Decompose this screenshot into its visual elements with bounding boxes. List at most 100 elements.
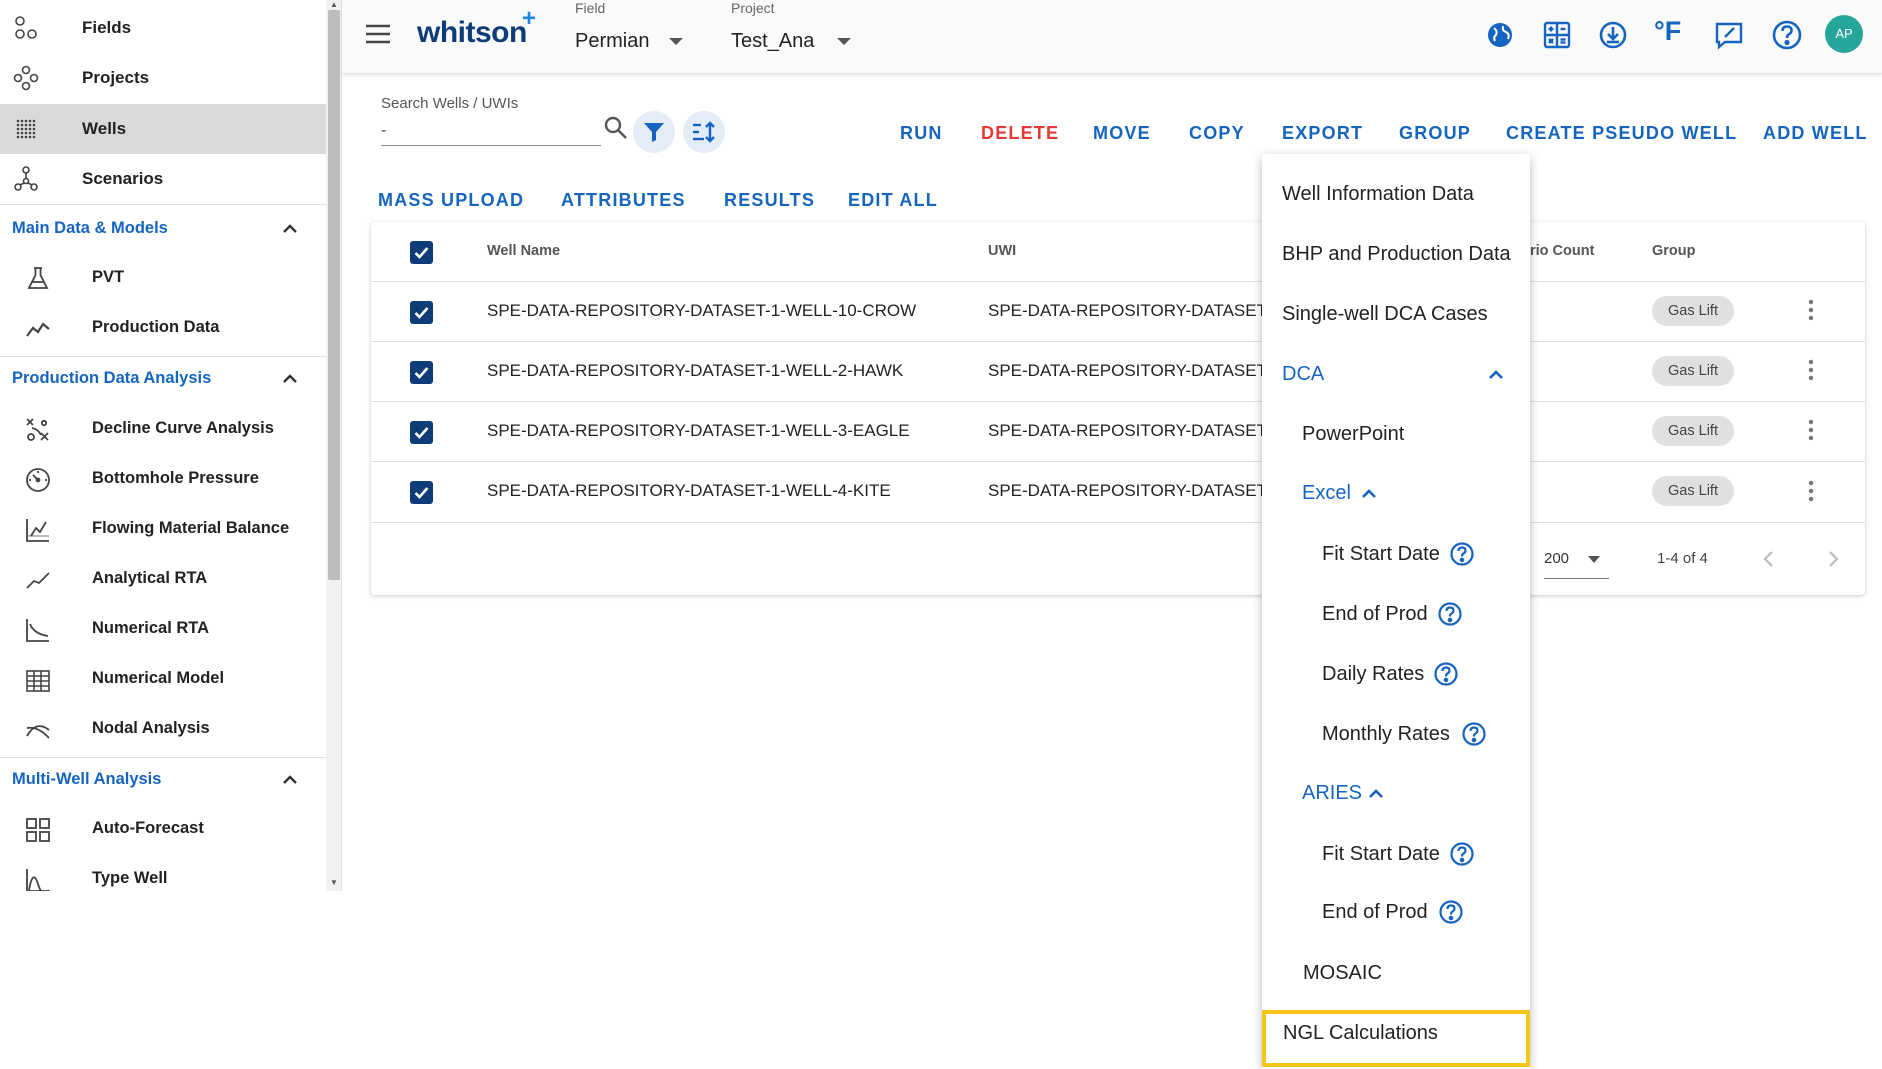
- group-button[interactable]: GROUP: [1399, 123, 1471, 144]
- menu-item-aries-end-of-prod[interactable]: End of Prod: [1322, 901, 1428, 924]
- well-name-cell[interactable]: SPE-DATA-REPOSITORY-DATASET-1-WELL-4-KIT…: [487, 481, 891, 501]
- chevron-up-icon[interactable]: [278, 367, 302, 391]
- copy-button[interactable]: COPY: [1189, 123, 1245, 144]
- chevron-up-icon[interactable]: [1366, 784, 1386, 804]
- sidebar-item-auto-forecast[interactable]: Auto-Forecast: [0, 804, 326, 854]
- menu-item-excel-monthly-rates[interactable]: Monthly Rates: [1322, 723, 1450, 746]
- nodal-icon: [26, 725, 50, 739]
- sort-button[interactable]: [683, 111, 725, 153]
- menu-item-ngl-calculations[interactable]: NGL Calculations: [1283, 1022, 1438, 1045]
- help-icon[interactable]: [1449, 841, 1475, 867]
- well-name-cell[interactable]: SPE-DATA-REPOSITORY-DATASET-1-WELL-10-CR…: [487, 301, 916, 321]
- more-vert-icon[interactable]: [1804, 358, 1818, 382]
- run-button[interactable]: RUN: [900, 123, 943, 144]
- sidebar-item-analytical-rta[interactable]: Analytical RTA: [0, 554, 326, 604]
- sidebar-item-numerical-model[interactable]: Numerical Model: [0, 654, 326, 704]
- help-icon[interactable]: [1437, 601, 1463, 627]
- sidebar-item-flowing-material-balance[interactable]: Flowing Material Balance: [0, 504, 326, 554]
- help-icon[interactable]: [1770, 18, 1804, 52]
- scroll-down-arrow-icon[interactable]: ▼: [328, 878, 340, 888]
- menu-item-excel[interactable]: Excel: [1302, 482, 1351, 505]
- help-icon[interactable]: [1461, 721, 1487, 747]
- chevron-up-icon[interactable]: [1486, 365, 1506, 385]
- chevron-up-icon[interactable]: [278, 768, 302, 792]
- attributes-button[interactable]: ATTRIBUTES: [561, 190, 686, 211]
- column-header-group[interactable]: Group: [1652, 243, 1696, 259]
- globe-icon[interactable]: [1483, 18, 1517, 52]
- field-caption: Field: [575, 0, 606, 16]
- select-all-checkbox[interactable]: [410, 241, 433, 264]
- caret-down-icon[interactable]: [1588, 556, 1600, 563]
- user-avatar[interactable]: AP: [1825, 15, 1863, 53]
- row-checkbox[interactable]: [410, 481, 433, 504]
- column-header-uwi[interactable]: UWI: [988, 243, 1016, 259]
- more-vert-icon[interactable]: [1804, 298, 1818, 322]
- caret-down-icon[interactable]: [837, 38, 851, 45]
- create-pseudo-well-button[interactable]: CREATE PSEUDO WELL: [1506, 123, 1737, 144]
- chevron-up-icon[interactable]: [1359, 484, 1379, 504]
- sidebar-item-numerical-rta[interactable]: Numerical RTA: [0, 604, 326, 654]
- sidebar-item-bottomhole-pressure[interactable]: Bottomhole Pressure: [0, 454, 326, 504]
- column-header-scenario-count[interactable]: rio Count: [1530, 243, 1594, 259]
- chevron-up-icon[interactable]: [278, 217, 302, 241]
- menu-item-mosaic[interactable]: MOSAIC: [1303, 962, 1382, 985]
- sidebar-item-fields[interactable]: Fields: [0, 3, 326, 53]
- add-well-button[interactable]: ADD WELL: [1763, 123, 1868, 144]
- calculator-icon[interactable]: [1540, 18, 1574, 52]
- move-button[interactable]: MOVE: [1093, 123, 1151, 144]
- more-vert-icon[interactable]: [1804, 418, 1818, 442]
- filter-icon: [644, 123, 664, 142]
- caret-down-icon[interactable]: [669, 38, 683, 45]
- menu-item-aries-fit-start-date[interactable]: Fit Start Date: [1322, 843, 1440, 866]
- more-vert-icon[interactable]: [1804, 479, 1818, 503]
- section-main-data-models[interactable]: Main Data & Models: [0, 209, 326, 249]
- sidebar-item-pvt[interactable]: PVT: [0, 253, 326, 303]
- well-name-cell[interactable]: SPE-DATA-REPOSITORY-DATASET-1-WELL-3-EAG…: [487, 421, 910, 441]
- delete-button[interactable]: DELETE: [981, 123, 1059, 144]
- row-checkbox[interactable]: [410, 301, 433, 324]
- sidebar-item-type-well[interactable]: Type Well: [0, 854, 326, 891]
- help-icon[interactable]: [1438, 899, 1464, 925]
- menu-item-excel-daily-rates[interactable]: Daily Rates: [1322, 663, 1424, 686]
- menu-item-well-information-data[interactable]: Well Information Data: [1282, 183, 1474, 206]
- menu-icon[interactable]: [364, 22, 392, 46]
- menu-item-powerpoint[interactable]: PowerPoint: [1302, 423, 1404, 446]
- sidebar-item-wells[interactable]: Wells: [0, 104, 326, 154]
- row-checkbox[interactable]: [410, 361, 433, 384]
- feedback-icon[interactable]: [1712, 18, 1746, 52]
- chevron-left-icon[interactable]: [1759, 548, 1779, 570]
- menu-item-dca[interactable]: DCA: [1282, 363, 1324, 386]
- menu-item-single-well-dca-cases[interactable]: Single-well DCA Cases: [1282, 303, 1488, 326]
- sidebar-scrollbar-thumb[interactable]: [328, 10, 340, 580]
- download-icon[interactable]: [1596, 18, 1630, 52]
- scroll-up-arrow-icon[interactable]: ▲: [328, 0, 340, 10]
- sidebar-item-projects[interactable]: Projects: [0, 53, 326, 103]
- sidebar-item-decline-curve-analysis[interactable]: Decline Curve Analysis: [0, 404, 326, 454]
- chevron-right-icon[interactable]: [1823, 548, 1843, 570]
- export-button[interactable]: EXPORT: [1282, 123, 1363, 144]
- fahrenheit-icon[interactable]: °F: [1654, 16, 1688, 50]
- menu-item-bhp-production-data[interactable]: BHP and Production Data: [1282, 243, 1511, 266]
- sidebar-item-production-data[interactable]: Production Data: [0, 303, 326, 353]
- well-name-cell[interactable]: SPE-DATA-REPOSITORY-DATASET-1-WELL-2-HAW…: [487, 361, 903, 381]
- edit-all-button[interactable]: EDIT ALL: [848, 190, 938, 211]
- section-production-data-analysis[interactable]: Production Data Analysis: [0, 359, 326, 399]
- search-icon[interactable]: [603, 115, 629, 141]
- filter-button[interactable]: [633, 111, 675, 153]
- menu-item-excel-end-of-prod[interactable]: End of Prod: [1322, 603, 1428, 626]
- row-checkbox[interactable]: [410, 421, 433, 444]
- sidebar-item-nodal-analysis[interactable]: Nodal Analysis: [0, 704, 326, 754]
- column-header-well-name[interactable]: Well Name: [487, 243, 560, 259]
- menu-item-excel-fit-start-date[interactable]: Fit Start Date: [1322, 543, 1440, 566]
- menu-item-aries[interactable]: ARIES: [1302, 782, 1362, 805]
- dca-icon: [26, 418, 49, 441]
- help-icon[interactable]: [1433, 661, 1459, 687]
- search-input[interactable]: [381, 116, 601, 146]
- sidebar-item-scenarios[interactable]: Scenarios: [0, 154, 326, 204]
- wells-table: [371, 222, 1865, 595]
- mass-upload-button[interactable]: MASS UPLOAD: [378, 190, 524, 211]
- section-multi-well-analysis[interactable]: Multi-Well Analysis: [0, 760, 326, 800]
- wells-icon: [16, 119, 36, 139]
- help-icon[interactable]: [1449, 541, 1475, 567]
- results-button[interactable]: RESULTS: [724, 190, 815, 211]
